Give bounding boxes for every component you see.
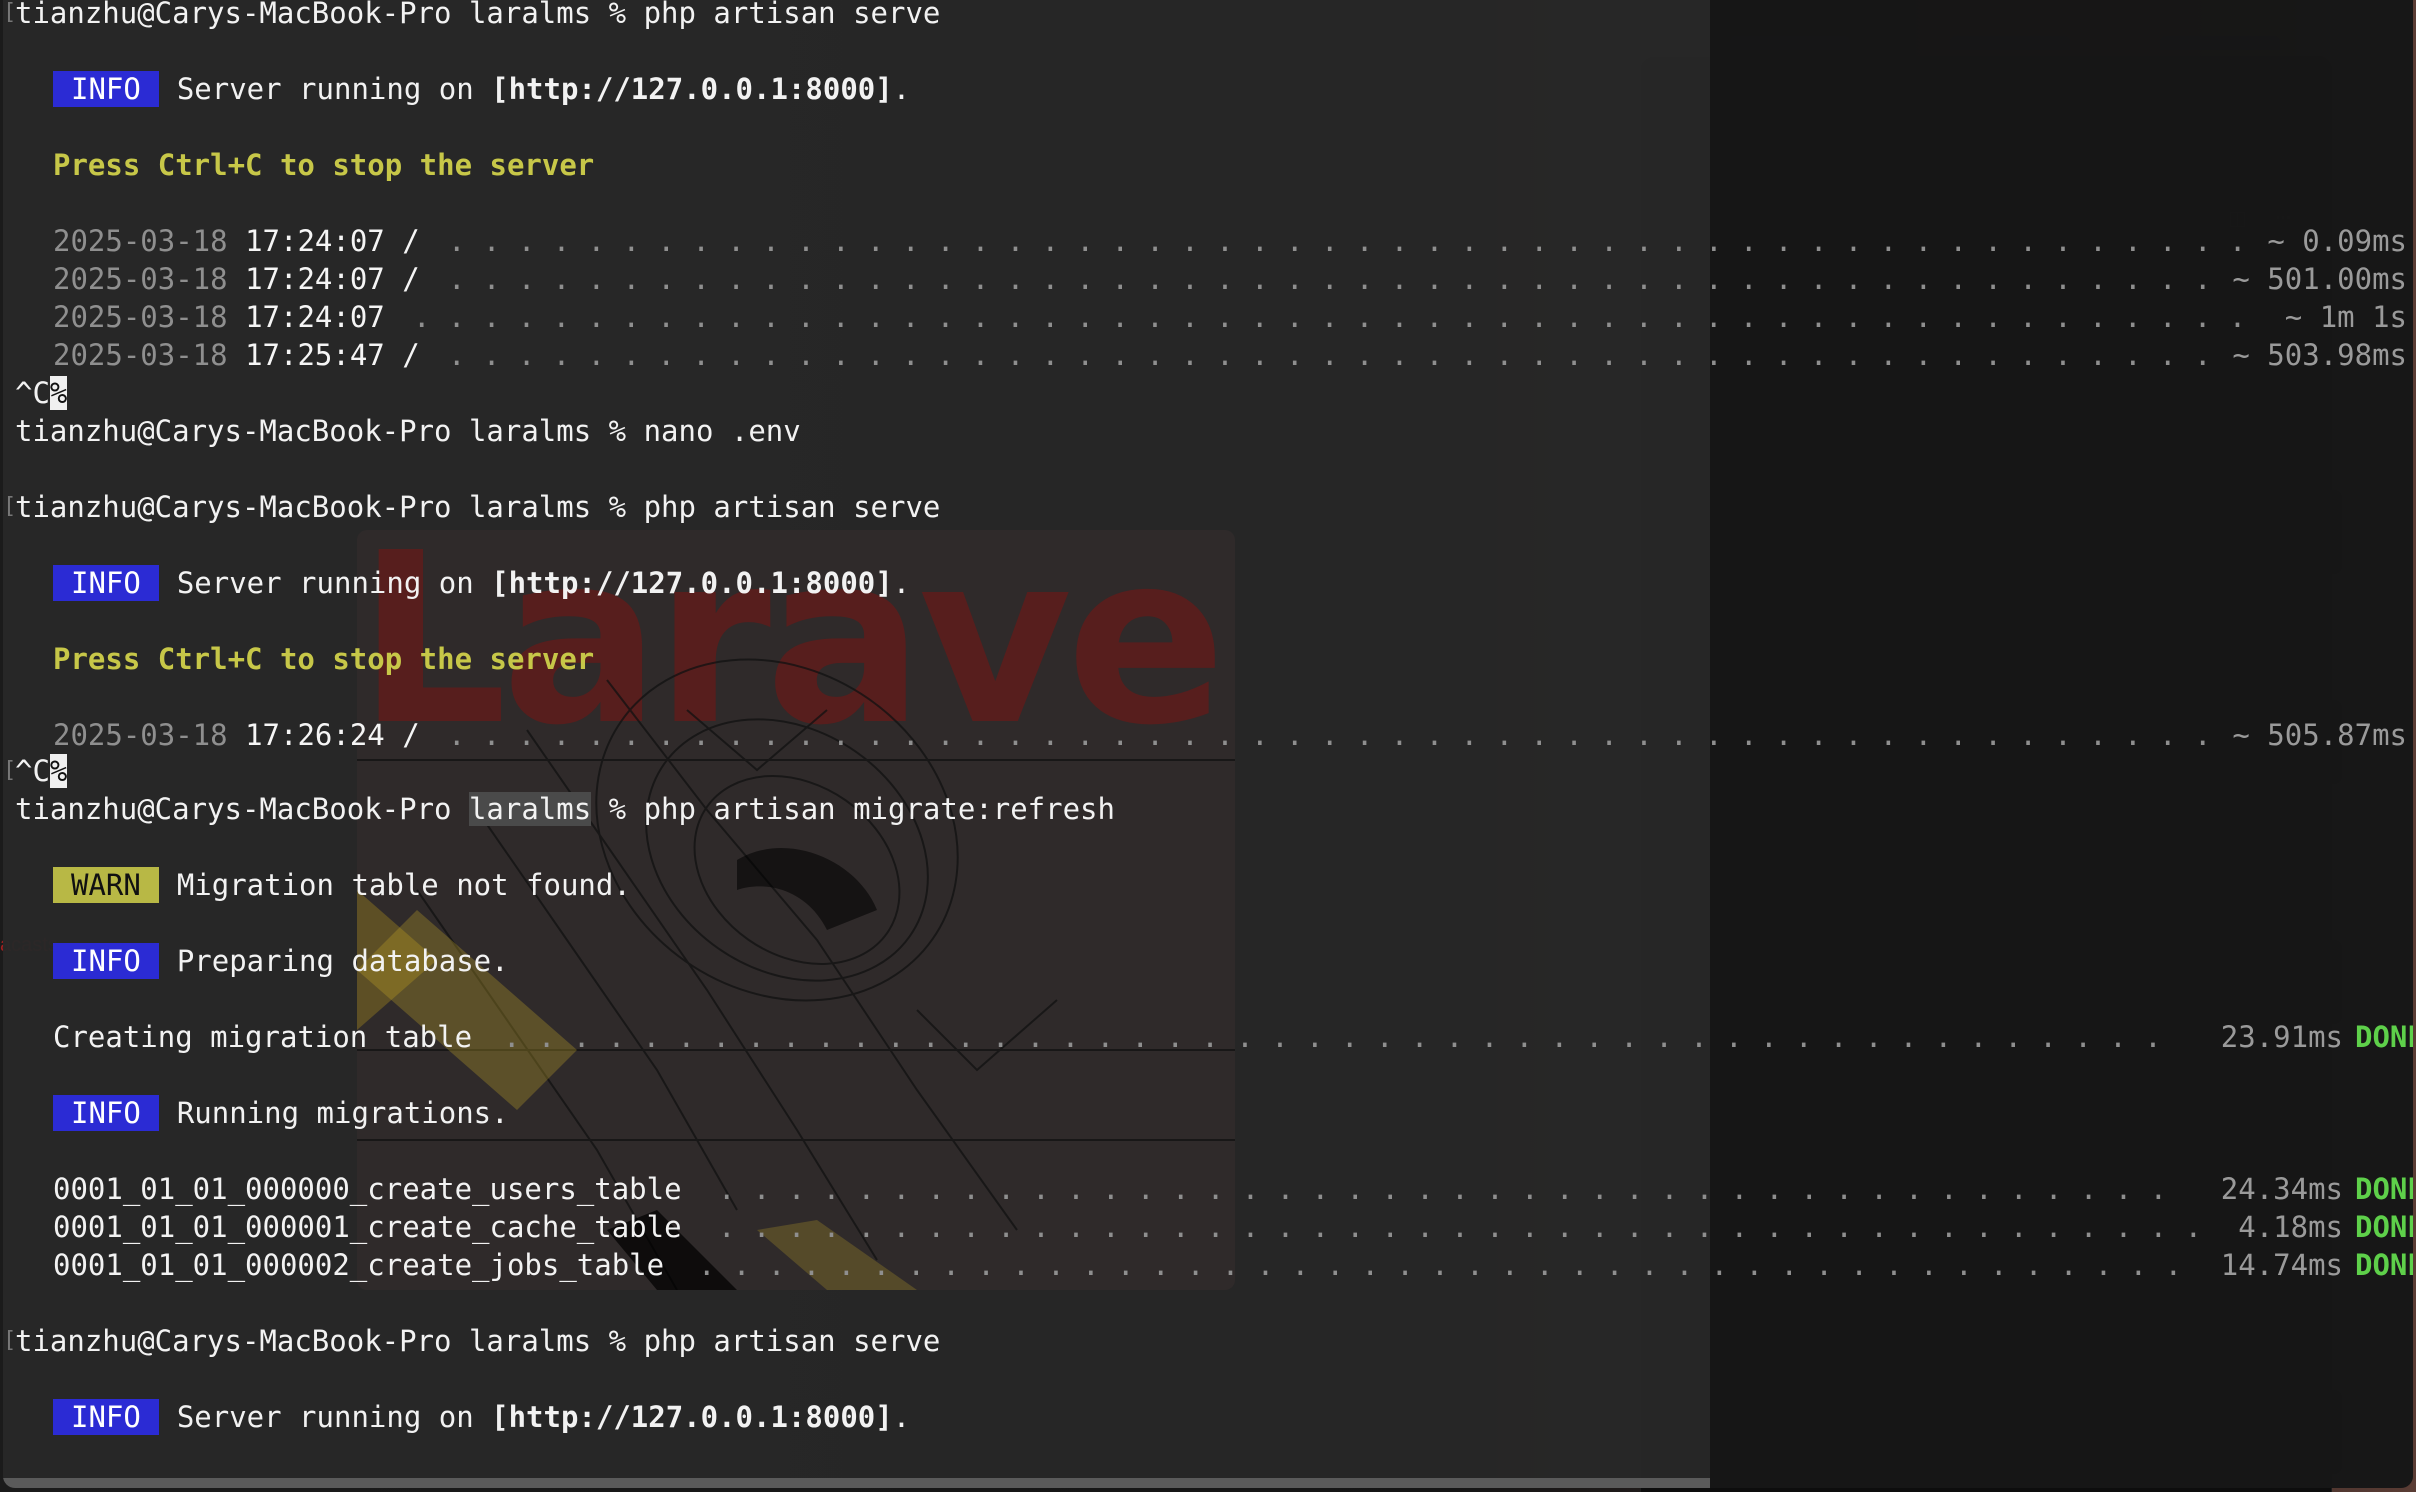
terminal-bottom-edge <box>3 1478 1710 1488</box>
server-url[interactable]: [http://127.0.0.1:8000] <box>491 566 893 600</box>
info-badge: INFO <box>53 943 159 979</box>
info-badge: INFO <box>53 1095 159 1131</box>
terminal-output: [ tianzhu@Carys-MacBook-Pro laralms % ph… <box>3 0 2413 1488</box>
info-line: INFO Server running on [http://127.0.0.1:… <box>53 564 910 602</box>
migration-row: 0001_01_01_000001_create_cache_table <box>53 1210 682 1244</box>
press-ctrl-c-hint: Press Ctrl+C to stop the server <box>53 642 595 676</box>
server-url[interactable]: [http://127.0.0.1:8000] <box>491 72 893 106</box>
migration-duration: 24.34ms <box>2220 1172 2343 1206</box>
migration-row: 0001_01_01_000000_create_users_table <box>53 1172 682 1206</box>
interrupt-line: ^C% <box>15 376 68 410</box>
terminal-window[interactable]: Laravel [tianzhu@Carys-MacBook-Pro lara… <box>3 0 2413 1488</box>
request-duration: ~ 501.00ms <box>2232 262 2407 296</box>
step-duration: 23.91ms <box>2220 1020 2343 1054</box>
info-line: INFO Running migrations. <box>53 1094 509 1132</box>
request-log-row: 2025-03-18 17:26:24 / <box>53 718 420 752</box>
migration-duration: 4.18ms <box>2238 1210 2343 1244</box>
prompt-line: tianzhu@Carys-MacBook-Pro laralms % nano… <box>15 414 801 448</box>
prompt-line: tianzhu@Carys-MacBook-Pro laralms % php … <box>15 0 940 32</box>
highlighted-dir: laralms <box>468 792 592 826</box>
interrupt-line: ^C% <box>15 754 68 788</box>
prompt-line: tianzhu@Carys-MacBook-Pro laralms % php … <box>15 1324 941 1358</box>
request-log-row: 2025-03-18 17:24:07 <box>53 300 385 334</box>
press-ctrl-c-hint: Press Ctrl+C to stop the server <box>53 148 595 182</box>
info-badge: INFO <box>53 565 159 601</box>
request-duration: ~ 0.09ms <box>2267 224 2407 258</box>
request-duration: ~ 505.87ms <box>2232 718 2407 752</box>
request-duration: ~ 503.98ms <box>2232 338 2407 372</box>
done-label: DONE <box>2355 1210 2413 1244</box>
prompt-line: tianzhu@Carys-MacBook-Pro laralms % php … <box>15 490 941 524</box>
request-duration: ~ 1m 1s <box>2284 300 2407 334</box>
done-label: DONE <box>2355 1020 2413 1054</box>
migration-duration: 14.74ms <box>2220 1248 2343 1282</box>
warn-badge: WARN <box>53 867 159 903</box>
info-badge: INFO <box>53 71 159 107</box>
info-badge: INFO <box>53 1399 159 1435</box>
request-log-row: 2025-03-18 17:24:07 / <box>53 262 420 296</box>
migration-row: 0001_01_01_000002_create_jobs_table <box>53 1248 665 1282</box>
request-log-row: 2025-03-18 17:24:07 / <box>53 224 420 258</box>
warn-line: WARN Migration table not found. <box>53 866 631 904</box>
request-log-row: 2025-03-18 17:25:47 / <box>53 338 420 372</box>
command: php artisan serve <box>643 0 941 30</box>
info-line: INFO Server running on [http://127.0.0.1:… <box>53 70 910 108</box>
done-label: DONE <box>2355 1172 2413 1206</box>
info-line: INFO Server running on [http://127.0.0.1:… <box>53 1398 910 1436</box>
info-line: INFO Preparing database. <box>53 942 509 980</box>
prompt: tianzhu@Carys-MacBook-Pro laralms % <box>15 0 627 30</box>
done-label: DONE <box>2355 1248 2413 1282</box>
prompt-line: tianzhu@Carys-MacBook-Pro laralms % php … <box>15 792 1115 826</box>
server-url[interactable]: [http://127.0.0.1:8000] <box>491 1400 893 1434</box>
migration-step: Creating migration table <box>53 1020 473 1054</box>
